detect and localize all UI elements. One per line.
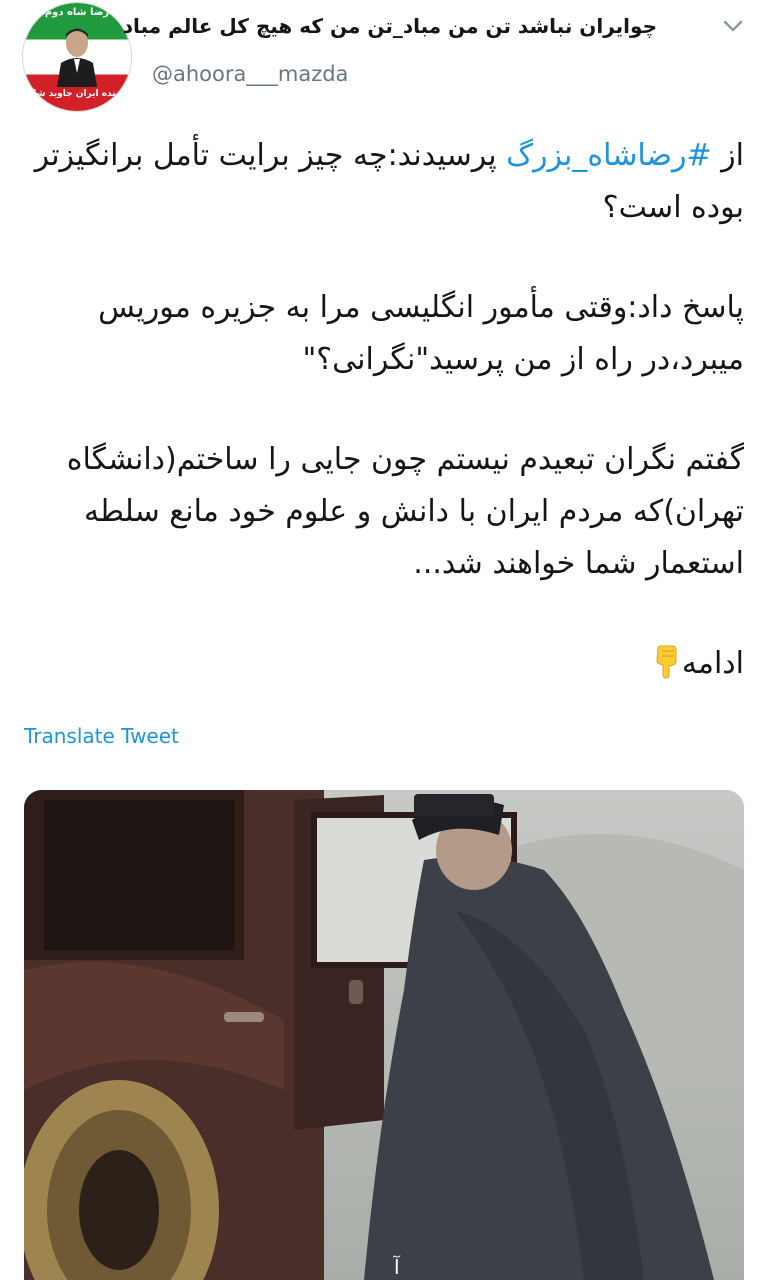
avatar-ring-text-top: رضا شاه دوم xyxy=(44,7,110,18)
user-handle[interactable]: @ahoora___mazda xyxy=(152,62,348,86)
avatar-ring-text-bottom: پاینده ایران جاوید شاه xyxy=(27,89,127,99)
tweet-paragraph-1: از #رضاشاه_بزرگ پرسیدند:چه چیز برایت تأم… xyxy=(24,130,744,234)
tweet-paragraph-4-text: ادامه xyxy=(681,646,744,681)
photo-illustration: آ xyxy=(24,790,744,1280)
tweet-paragraph-1-prefix: از xyxy=(711,138,744,173)
display-name[interactable]: چوایران نباشد تن من مباد_تن من که هیچ کل… xyxy=(123,14,657,38)
tweet-paragraph-3: گفتم نگران تبعیدم نیستم چون جایی را ساخت… xyxy=(66,442,744,581)
tweet-text: از #رضاشاه_بزرگ پرسیدند:چه چیز برایت تأم… xyxy=(24,130,744,690)
tweet-header: رضا شاه دوم پاینده ایران جاوید شاه چوایر… xyxy=(0,0,767,112)
avatar-portrait-image xyxy=(57,28,97,87)
tweet-paragraph-4: ادامه xyxy=(24,638,744,690)
tweet: رضا شاه دوم پاینده ایران جاوید شاه چوایر… xyxy=(0,0,767,1280)
tweet-media-photo[interactable]: آ xyxy=(24,790,744,1280)
avatar[interactable]: رضا شاه دوم پاینده ایران جاوید شاه xyxy=(22,2,132,112)
pointing-down-hand-icon xyxy=(656,645,677,679)
tweet-paragraph-2: پاسخ داد:وقتی مأمور انگلیسی مرا به جزیره… xyxy=(98,290,744,377)
hashtag-link[interactable]: #رضاشاه_بزرگ xyxy=(506,138,711,173)
chevron-down-icon[interactable] xyxy=(721,14,745,38)
translate-tweet-link[interactable]: Translate Tweet xyxy=(24,724,179,748)
